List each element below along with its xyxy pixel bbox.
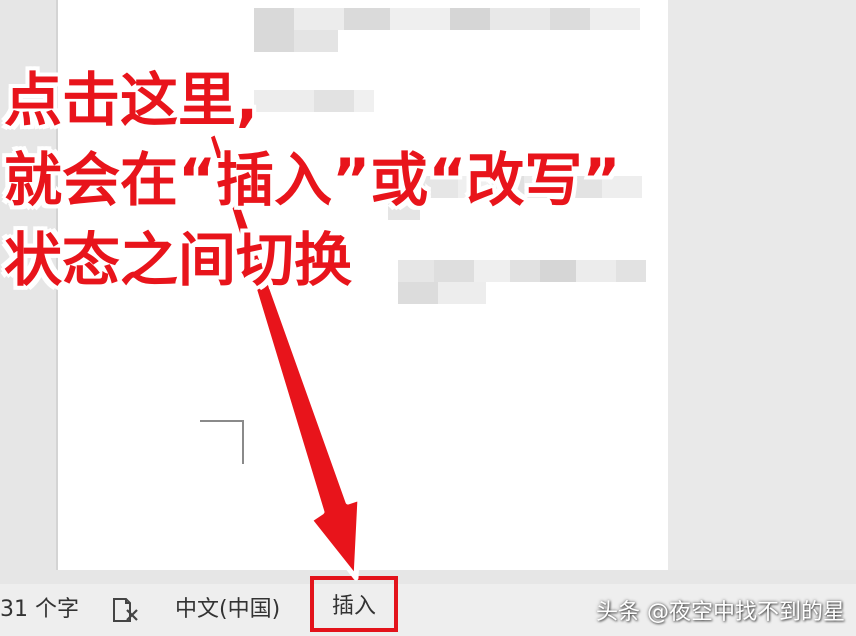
- paragraph-corner-mark: [200, 420, 244, 464]
- annotation-line: 状态之间切换: [4, 226, 353, 294]
- word-window: 31 个字 中文(中国) 插入 点击这里, 就会在“插入”或“改写” 状态之间切…: [0, 0, 856, 636]
- language-indicator[interactable]: 中文(中国): [175, 596, 280, 624]
- blurred-text-line: [254, 8, 668, 52]
- watermark: 头条 @夜空中找不到的星: [596, 600, 845, 625]
- proofing-error-icon[interactable]: [110, 596, 140, 624]
- annotation-line: 点击这里,: [4, 66, 259, 134]
- insert-overtype-toggle[interactable]: 插入: [310, 576, 398, 632]
- word-count[interactable]: 31 个字: [0, 596, 79, 624]
- annotation-line: 就会在“插入”或“改写”: [4, 146, 621, 214]
- annotation-text: 点击这里, 就会在“插入”或“改写” 状态之间切换: [4, 60, 744, 300]
